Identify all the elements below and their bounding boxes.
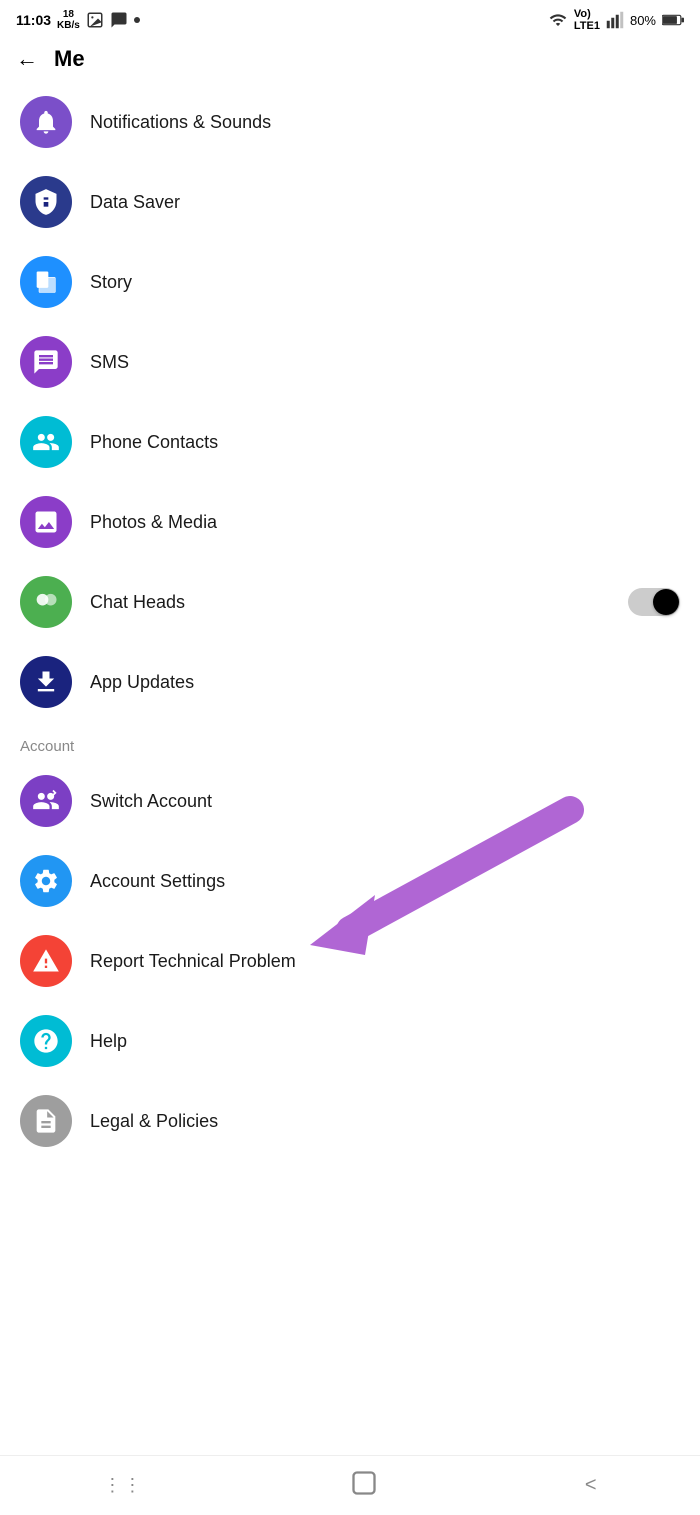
signal-icon	[606, 11, 624, 29]
nav-home-button[interactable]	[350, 1469, 378, 1503]
report-technical-label: Report Technical Problem	[90, 951, 680, 972]
story-icon-circle	[20, 256, 72, 308]
image-icon	[86, 11, 104, 29]
phone-contacts-label: Phone Contacts	[90, 432, 680, 453]
menu-item-chat-heads[interactable]: Chat Heads	[0, 562, 700, 642]
switch-account-label: Switch Account	[90, 791, 680, 812]
sms-icon-circle	[20, 336, 72, 388]
menu-item-notifications[interactable]: Notifications & Sounds	[0, 82, 700, 162]
photos-icon-circle	[20, 496, 72, 548]
contacts-icon	[32, 428, 60, 456]
help-icon	[32, 1027, 60, 1055]
content-area: Notifications & Sounds Data Saver Story …	[0, 82, 700, 1231]
photos-media-label: Photos & Media	[90, 512, 680, 533]
notifications-label: Notifications & Sounds	[90, 112, 680, 133]
battery-text: 80%	[630, 13, 656, 28]
switch-account-icon-circle	[20, 775, 72, 827]
menu-item-phone-contacts[interactable]: Phone Contacts	[0, 402, 700, 482]
menu-item-account-settings[interactable]: Account Settings	[0, 841, 700, 921]
photo-icon	[32, 508, 60, 536]
menu-item-sms[interactable]: SMS	[0, 322, 700, 402]
warning-icon	[32, 947, 60, 975]
sms-label: SMS	[90, 352, 680, 373]
chat-heads-label: Chat Heads	[90, 592, 610, 613]
back-button[interactable]: ←	[16, 46, 38, 72]
help-label: Help	[90, 1031, 680, 1052]
help-icon-circle	[20, 1015, 72, 1067]
phone-contacts-icon-circle	[20, 416, 72, 468]
document-icon	[32, 1107, 60, 1135]
chat-heads-toggle[interactable]	[628, 588, 680, 616]
status-right: Vo)LTE1 80%	[548, 8, 684, 32]
sms-icon	[32, 348, 60, 376]
menu-item-legal-policies[interactable]: Legal & Policies	[0, 1081, 700, 1161]
notifications-icon-circle	[20, 96, 72, 148]
switch-icon	[32, 787, 60, 815]
page-title: Me	[54, 46, 85, 72]
app-updates-icon-circle	[20, 656, 72, 708]
account-settings-icon-circle	[20, 855, 72, 907]
bottom-nav: ⋮⋮ <	[0, 1455, 700, 1515]
menu-item-data-saver[interactable]: Data Saver	[0, 162, 700, 242]
header: ← Me	[0, 36, 700, 82]
status-bar: 11:03 18KB/s Vo)LTE1 80%	[0, 0, 700, 36]
menu-item-photos-media[interactable]: Photos & Media	[0, 482, 700, 562]
status-kb: 18KB/s	[57, 9, 80, 31]
menu-item-app-updates[interactable]: App Updates	[0, 642, 700, 722]
bell-icon	[32, 108, 60, 136]
chat-heads-icon	[32, 588, 60, 616]
toggle-knob	[653, 589, 679, 615]
report-technical-icon-circle	[20, 935, 72, 987]
nav-menu-button[interactable]: ⋮⋮	[103, 1475, 143, 1496]
menu-item-help[interactable]: Help	[0, 1001, 700, 1081]
menu-item-story[interactable]: Story	[0, 242, 700, 322]
chat-heads-icon-circle	[20, 576, 72, 628]
download-icon	[32, 668, 60, 696]
account-settings-label: Account Settings	[90, 871, 680, 892]
message-icon	[110, 11, 128, 29]
story-icon	[32, 268, 60, 296]
story-label: Story	[90, 272, 680, 293]
legal-icon-circle	[20, 1095, 72, 1147]
data-saver-label: Data Saver	[90, 192, 680, 213]
app-updates-label: App Updates	[90, 672, 680, 693]
legal-policies-label: Legal & Policies	[90, 1111, 680, 1132]
menu-item-report-technical[interactable]: Report Technical Problem	[0, 921, 700, 1001]
wifi-icon	[548, 11, 568, 29]
gear-icon	[32, 867, 60, 895]
battery-icon	[662, 13, 684, 27]
status-left: 11:03 18KB/s	[16, 9, 140, 31]
account-section-header: Account	[0, 722, 700, 761]
status-time: 11:03	[16, 12, 51, 28]
data-saver-icon-circle	[20, 176, 72, 228]
nav-back-button[interactable]: <	[585, 1474, 597, 1497]
dot-indicator	[134, 17, 140, 23]
menu-item-switch-account[interactable]: Switch Account	[0, 761, 700, 841]
shield-icon	[32, 188, 60, 216]
signal-text: Vo)LTE1	[574, 8, 600, 32]
